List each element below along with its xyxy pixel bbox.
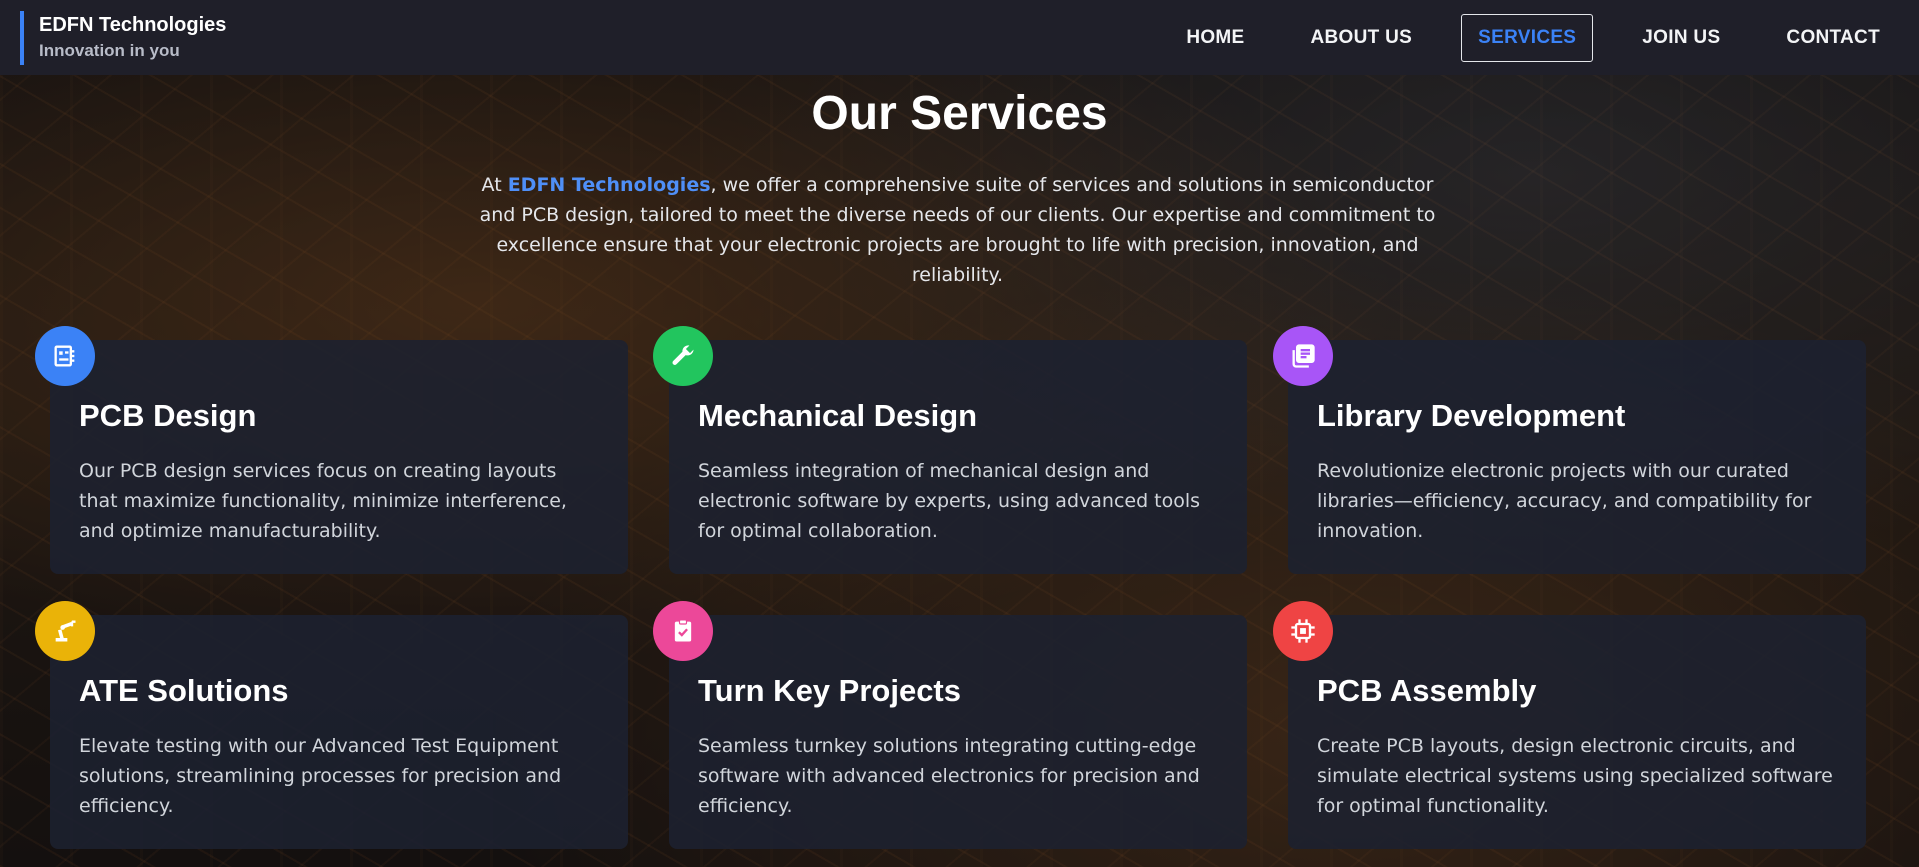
nav-services[interactable]: SERVICES: [1461, 13, 1594, 62]
service-title: PCB Design: [79, 398, 257, 433]
service-card-pcb-assembly[interactable]: PCB Assembly Create PCB layouts, design …: [1288, 615, 1866, 849]
page-title: Our Services: [811, 87, 1108, 140]
service-description: Revolutionize electronic projects with o…: [1317, 460, 1812, 542]
nav-home[interactable]: HOME: [1169, 15, 1261, 61]
intro-paragraph: At EDFN Technologies, we offer a compreh…: [470, 170, 1445, 290]
nav-about-us[interactable]: ABOUT US: [1294, 15, 1430, 61]
service-description: Elevate testing with our Advanced Test E…: [79, 735, 562, 817]
service-title: ATE Solutions: [79, 673, 289, 708]
intro-company-name: EDFN Technologies: [507, 174, 711, 196]
brand-name: EDFN Technologies: [39, 14, 227, 36]
service-title: Mechanical Design: [698, 398, 978, 433]
chip-icon: [1273, 601, 1333, 661]
service-card-library-development[interactable]: Library Development Revolutionize electr…: [1288, 340, 1866, 574]
brand-tagline: Innovation in you: [39, 41, 180, 60]
service-description: Seamless turnkey solutions integrating c…: [698, 735, 1200, 817]
robot-arm-icon: [35, 601, 95, 661]
service-card-turn-key-projects[interactable]: Turn Key Projects Seamless turnkey solut…: [669, 615, 1247, 849]
nav-contact[interactable]: CONTACT: [1769, 15, 1897, 61]
service-description: Create PCB layouts, design electronic ci…: [1317, 735, 1833, 817]
service-card-pcb-design[interactable]: PCB Design Our PCB design services focus…: [50, 340, 628, 574]
clipboard-check-icon: [653, 601, 713, 661]
library-icon: [1273, 326, 1333, 386]
service-card-mechanical-design[interactable]: Mechanical Design Seamless integration o…: [669, 340, 1247, 574]
main-nav: HOME ABOUT US SERVICES JOIN US CONTACT: [1137, 13, 1897, 62]
intro-prefix: At: [481, 174, 508, 196]
site-header: EDFN Technologies Innovation in you HOME…: [0, 0, 1919, 75]
circuit-board-icon: [35, 326, 95, 386]
service-card-ate-solutions[interactable]: ATE Solutions Elevate testing with our A…: [50, 615, 628, 849]
brand[interactable]: EDFN Technologies Innovation in you: [20, 10, 227, 65]
service-title: Turn Key Projects: [698, 673, 962, 708]
nav-join-us[interactable]: JOIN US: [1625, 15, 1737, 61]
service-description: Our PCB design services focus on creatin…: [79, 460, 567, 542]
service-title: PCB Assembly: [1317, 673, 1537, 708]
service-description: Seamless integration of mechanical desig…: [698, 460, 1201, 542]
service-title: Library Development: [1317, 398, 1626, 433]
wrench-icon: [653, 326, 713, 386]
